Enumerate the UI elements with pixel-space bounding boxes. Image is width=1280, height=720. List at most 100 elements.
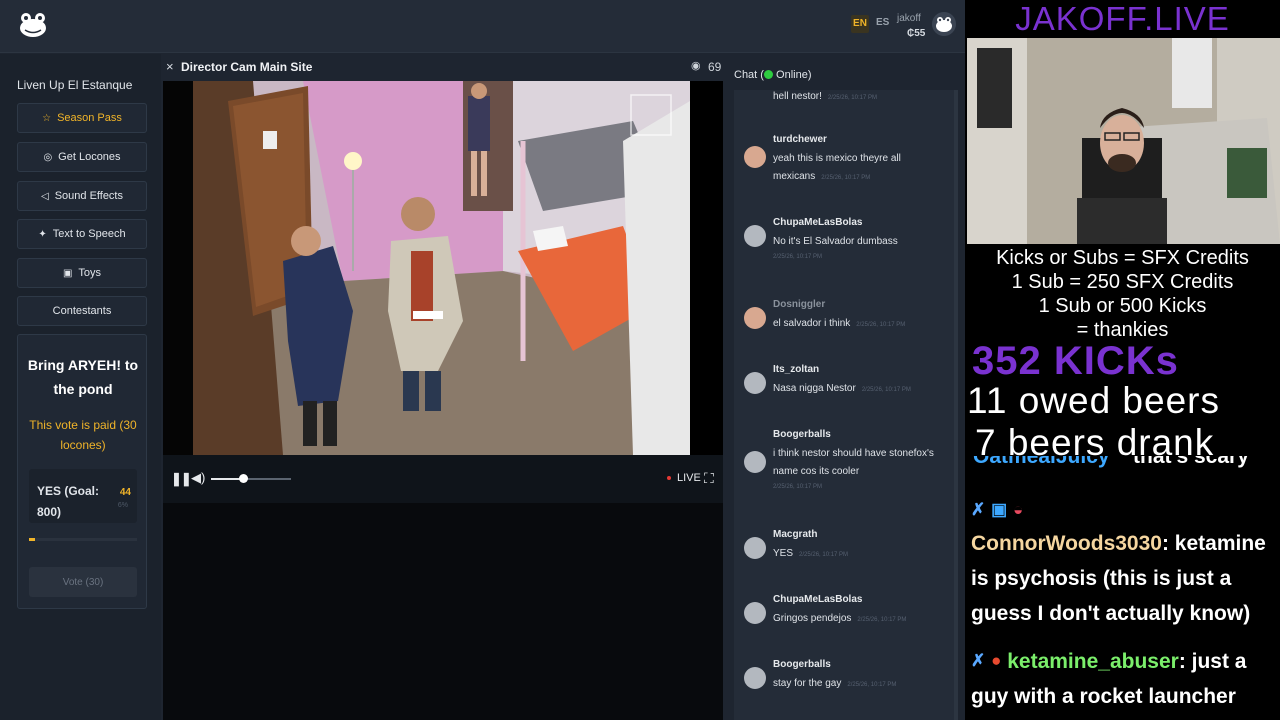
- kick-chat-text: that's scary: [1133, 456, 1249, 468]
- text-to-speech-button[interactable]: ✦ Text to Speech: [17, 219, 147, 249]
- message-user[interactable]: Boogerballs: [773, 659, 831, 670]
- kick-chat-message: ✗ ● ketamine_abuser: just a guy with a r…: [971, 643, 1271, 714]
- stream-overlay: JAKOFF.LIVE Kicks or Subs = SFX Credits …: [965, 0, 1280, 720]
- coin-icon: ◎: [43, 151, 53, 163]
- message-user[interactable]: turdchewer: [773, 134, 827, 145]
- owed-beers: 11 owed beers: [967, 380, 1220, 421]
- user-avatar-icon[interactable]: [932, 12, 956, 36]
- chat-scrollbar[interactable]: [954, 90, 958, 720]
- webcam-feed: [967, 38, 1280, 244]
- sword-badge-icon: ✗: [971, 651, 986, 670]
- kick-chat-user: ketamine_abuser: [1007, 650, 1179, 673]
- webcam-image: [967, 38, 1280, 244]
- message-time: 2/25/26, 10:17 PM: [773, 484, 823, 490]
- sfx-line-2: 1 Sub = 250 SFX Credits: [1011, 271, 1234, 293]
- sfx-info: Kicks or Subs = SFX Credits 1 Sub = 250 …: [965, 246, 1280, 342]
- vote-paid-note: This vote is paid (30 locones): [29, 418, 137, 452]
- message-time: 2/25/26, 10:17 PM: [821, 175, 871, 181]
- username[interactable]: jakoff: [897, 13, 921, 24]
- message-time: 2/25/26, 10:17 PM: [799, 552, 849, 558]
- message-text: hell nestor!: [773, 91, 822, 102]
- chat-panel: Chat ( Online) hell nestor! 2/25/26, 10:1…: [726, 54, 965, 720]
- vote-option-pct: 6%: [117, 502, 128, 509]
- message-text: Nasa nigga Nestor: [773, 383, 856, 394]
- gift-icon: ▣: [62, 267, 73, 279]
- vote-progress-bar: [29, 538, 137, 541]
- online-dot-icon: [763, 70, 773, 79]
- contestants-button[interactable]: Contestants: [17, 296, 147, 326]
- vote-option-yes[interactable]: YES (Goal: 800) 44 6%: [29, 469, 137, 523]
- user-avatar[interactable]: [744, 451, 766, 473]
- message-time: 2/25/26, 10:17 PM: [856, 322, 906, 328]
- sparkle-icon: ✦: [38, 228, 47, 240]
- get-locones-label: Get Locones: [58, 151, 121, 163]
- lang-en-button[interactable]: EN: [851, 15, 869, 33]
- user-avatar[interactable]: [744, 225, 766, 247]
- below-video-area: [163, 503, 723, 720]
- volume-slider[interactable]: [211, 478, 291, 480]
- badge-icon: ▣: [991, 500, 1008, 519]
- site-panel: EN ES jakoff ₵55 Liven Up El Estanque ☆ …: [0, 0, 965, 720]
- toys-button[interactable]: ▣ Toys: [17, 258, 147, 288]
- message-user[interactable]: Its_zoltan: [773, 364, 819, 375]
- vote-option-label: YES (Goal: 800): [37, 484, 100, 519]
- lang-es-button[interactable]: ES: [876, 17, 889, 28]
- message-time: 2/25/26, 10:17 PM: [847, 682, 897, 688]
- camera-feed-image: [163, 81, 723, 455]
- message-user[interactable]: ChupaMeLasBolas: [773, 217, 862, 228]
- balance: ₵55: [907, 28, 926, 39]
- message-text: No it's El Salvador dumbass: [773, 236, 898, 247]
- vote-option-count: 44: [119, 487, 131, 498]
- volume-slider-knob[interactable]: [239, 474, 248, 483]
- volume-icon[interactable]: ◀): [191, 470, 205, 486]
- sidebar: Liven Up El Estanque ☆ Season Pass ◎ Get…: [0, 54, 161, 720]
- watermelon-icon: ◒: [1013, 500, 1024, 519]
- sfx-line-1: Kicks or Subs = SFX Credits: [996, 247, 1249, 269]
- message-user[interactable]: Dosniggler: [773, 299, 825, 310]
- pause-icon[interactable]: ❚❚: [171, 471, 192, 487]
- vote-progress-fill: [29, 538, 36, 541]
- contestants-label: Contestants: [52, 305, 112, 317]
- star-icon: ☆: [42, 112, 52, 124]
- speaker-icon: ◁: [41, 190, 49, 202]
- kick-chat-badges: ✗ ▣ ◒: [971, 492, 1271, 528]
- vote-button[interactable]: Vote (30): [29, 567, 137, 597]
- message-time: 2/25/26, 10:17 PM: [827, 95, 877, 101]
- user-avatar[interactable]: [744, 372, 766, 394]
- user-avatar[interactable]: [744, 146, 766, 168]
- live-label[interactable]: LIVE: [677, 472, 701, 484]
- message-text: Gringos pendejos: [773, 613, 852, 624]
- sound-effects-button[interactable]: ◁ Sound Effects: [17, 181, 147, 211]
- user-avatar[interactable]: [744, 602, 766, 624]
- chat-message-list[interactable]: hell nestor! 2/25/26, 10:17 PM turdchewer…: [734, 90, 954, 720]
- frog-logo-icon[interactable]: [16, 8, 50, 42]
- kicks-counter: 352 KICKs: [972, 339, 1179, 383]
- message-text: stay for the gay: [773, 678, 842, 689]
- get-locones-button[interactable]: ◎ Get Locones: [17, 142, 147, 172]
- user-avatar[interactable]: [744, 667, 766, 689]
- message-user[interactable]: Macgrath: [773, 529, 817, 540]
- message-user[interactable]: ChupaMeLasBolas: [773, 594, 862, 605]
- message-text: YES: [773, 548, 794, 559]
- user-avatar[interactable]: [744, 537, 766, 559]
- message-user[interactable]: Boogerballs: [773, 429, 831, 440]
- kick-chat-partial: OatmealJuicy that's scary: [973, 456, 1273, 472]
- video-player[interactable]: [163, 81, 723, 455]
- kick-chat-message: ConnorWoods3030: ketamine is psychosis (…: [971, 532, 1266, 625]
- kick-chat-user: OatmealJuicy: [973, 456, 1110, 468]
- fullscreen-icon[interactable]: ⛶: [704, 470, 714, 487]
- user-avatar[interactable]: [744, 307, 766, 329]
- text-to-speech-label: Text to Speech: [52, 228, 126, 240]
- message-text: i think nestor should have stonefox's na…: [773, 448, 934, 477]
- stream-title: JAKOFF.LIVE: [1015, 0, 1230, 37]
- toys-label: Toys: [78, 267, 102, 279]
- sound-effects-label: Sound Effects: [54, 190, 123, 202]
- sidebar-title: Liven Up El Estanque: [17, 78, 133, 92]
- video-controls: ❚❚ ◀) LIVE ⛶: [163, 455, 723, 503]
- close-video-button[interactable]: ×: [166, 59, 174, 74]
- video-header: × Director Cam Main Site ◉ 69: [163, 54, 723, 81]
- kick-chat-user: ConnorWoods3030: [971, 532, 1162, 555]
- message-time: 2/25/26, 10:17 PM: [857, 617, 907, 623]
- season-pass-button[interactable]: ☆ Season Pass: [17, 103, 147, 133]
- viewer-count: 69: [708, 60, 722, 74]
